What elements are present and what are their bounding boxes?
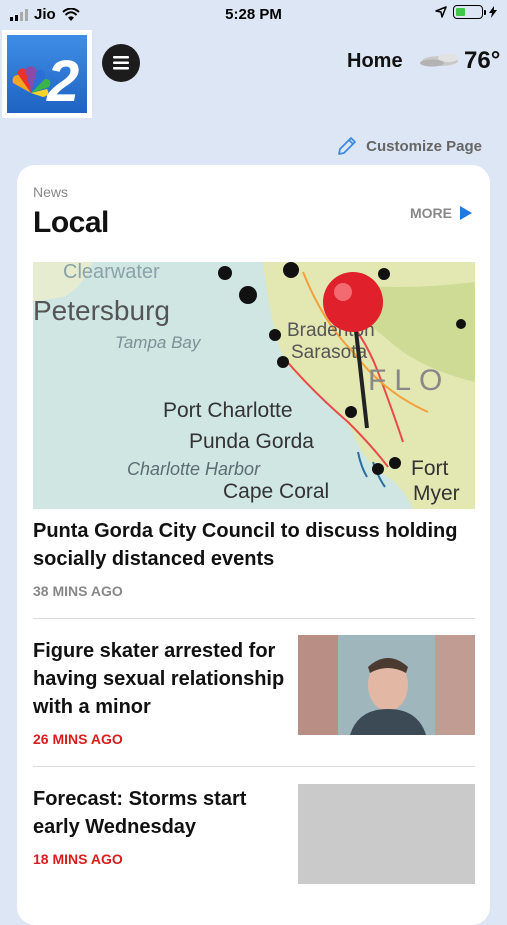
more-label: MORE: [410, 205, 452, 221]
partly-cloudy-icon[interactable]: [418, 48, 462, 74]
news-card: News Local MORE Clearwater Petersburg Ta…: [17, 165, 490, 925]
map-label: Clearwater: [63, 262, 160, 283]
customize-page-button[interactable]: Customize Page: [336, 135, 482, 157]
customize-page-label: Customize Page: [366, 137, 482, 155]
logo-number: 2: [46, 49, 79, 113]
status-right: [435, 5, 497, 19]
mugshot-image: [298, 635, 475, 735]
pencil-icon: [338, 137, 357, 155]
hamburger-icon: [113, 56, 129, 70]
map-pin-icon: [323, 272, 383, 332]
map-label: Petersburg: [33, 295, 170, 326]
lead-story-image[interactable]: Clearwater Petersburg Tampa Bay Bradento…: [33, 262, 475, 509]
section-kicker: News: [33, 184, 69, 200]
divider: [33, 618, 475, 619]
station-logo[interactable]: 2: [2, 30, 92, 118]
story-thumbnail[interactable]: [298, 635, 475, 735]
story-time: 18 MINS AGO: [33, 851, 123, 867]
map-label: Fort: [411, 457, 449, 480]
battery-icon: [453, 5, 486, 19]
map-label: FLO: [368, 364, 450, 397]
map-label: Cape Coral: [223, 480, 329, 503]
charging-bolt-icon: [489, 6, 497, 18]
story-thumbnail[interactable]: [298, 784, 475, 884]
map-label: Punda Gorda: [189, 430, 314, 453]
peacock-icon: 2: [12, 49, 79, 113]
florida-map: Clearwater Petersburg Tampa Bay Bradento…: [33, 262, 475, 509]
story-time: 26 MINS AGO: [33, 731, 123, 747]
story-headline[interactable]: Forecast: Storms start early Wednesday: [33, 785, 285, 841]
lead-story-time: 38 MINS AGO: [33, 583, 123, 599]
section-title: Local: [33, 206, 109, 239]
map-label: Charlotte Harbor: [127, 459, 261, 479]
map-label: Myer: [413, 482, 460, 505]
status-bar: Jio 5:28 PM: [0, 0, 507, 32]
temperature[interactable]: 76°: [464, 47, 500, 75]
station-logo-mark: 2: [7, 35, 87, 113]
more-link[interactable]: MORE: [410, 205, 472, 221]
play-arrow-icon: [460, 206, 472, 220]
location-arrow-icon: [435, 6, 447, 18]
status-time: 5:28 PM: [225, 6, 282, 23]
divider: [33, 766, 475, 767]
map-label: Port Charlotte: [163, 399, 293, 422]
menu-button[interactable]: [102, 44, 140, 82]
location-label[interactable]: Home: [347, 50, 403, 73]
map-label: Tampa Bay: [115, 333, 202, 352]
lead-story-headline[interactable]: Punta Gorda City Council to discuss hold…: [33, 517, 473, 573]
story-headline[interactable]: Figure skater arrested for having sexual…: [33, 637, 285, 721]
